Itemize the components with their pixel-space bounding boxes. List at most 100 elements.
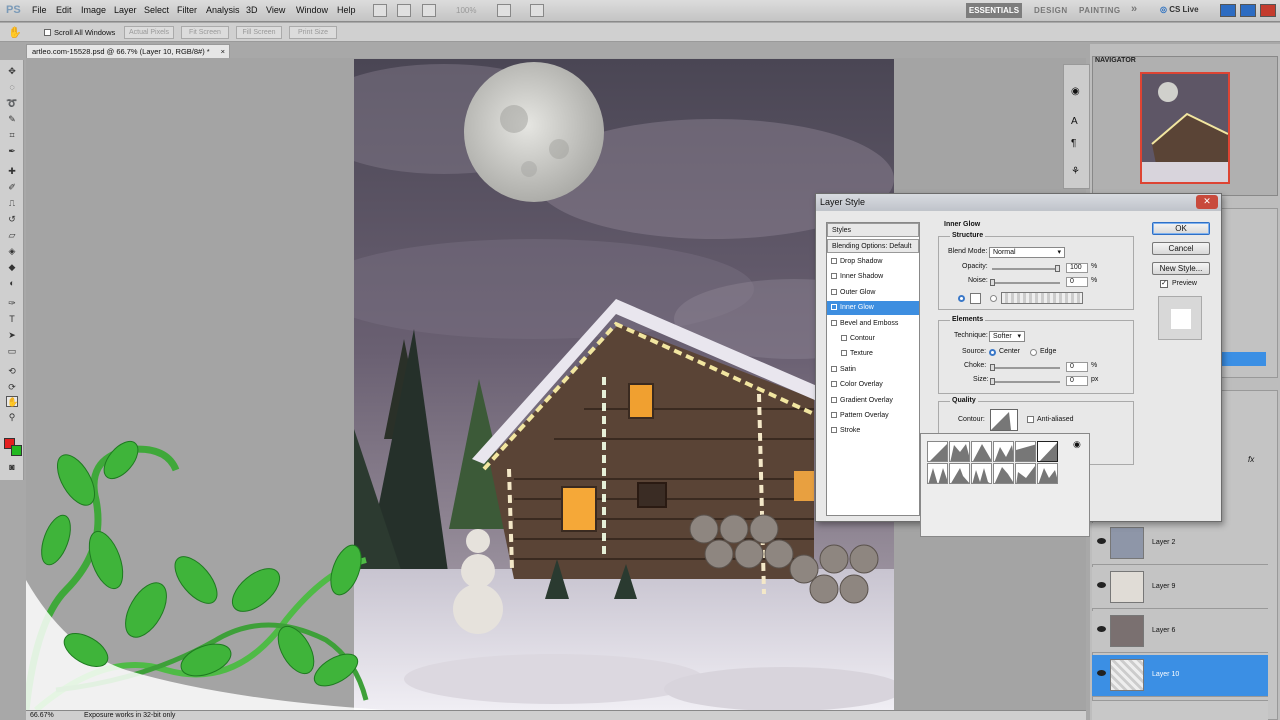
style-texture[interactable]: Texture — [827, 347, 919, 361]
fx-icon[interactable]: fx — [1248, 455, 1254, 464]
panel-selected-row[interactable] — [1222, 352, 1266, 366]
checkbox[interactable] — [831, 289, 837, 295]
workspace-design[interactable]: DESIGN — [1034, 6, 1068, 15]
style-bevel-emboss[interactable]: Bevel and Emboss — [827, 317, 919, 331]
minimize-button[interactable] — [1220, 4, 1236, 17]
gradient-radio[interactable] — [990, 295, 997, 302]
edge-radio[interactable] — [1030, 349, 1037, 356]
menu-3d[interactable]: 3D — [246, 5, 258, 15]
close-button[interactable] — [1260, 4, 1276, 17]
actual-pixels-button[interactable]: Actual Pixels — [124, 26, 174, 39]
menu-file[interactable]: File — [32, 5, 47, 15]
menu-image[interactable]: Image — [81, 5, 106, 15]
checkbox[interactable] — [841, 350, 847, 356]
contour-preset[interactable] — [927, 463, 948, 484]
lasso-tool-icon[interactable]: ➰ — [6, 98, 18, 109]
cslive-menu[interactable]: ◎ CS Live — [1160, 5, 1199, 14]
checkbox[interactable] — [831, 366, 837, 372]
move-tool-icon[interactable]: ✥ — [6, 66, 18, 77]
visibility-eye-icon[interactable] — [1097, 582, 1106, 588]
canvas-image[interactable] — [354, 59, 894, 710]
character-panel-icon[interactable]: A — [1071, 116, 1078, 127]
technique-select[interactable]: Softer ▾ — [989, 331, 1025, 342]
blending-options-item[interactable]: Blending Options: Default — [827, 239, 919, 253]
style-contour[interactable]: Contour — [827, 332, 919, 346]
choke-field[interactable]: 0 — [1066, 362, 1088, 372]
contour-preset[interactable] — [949, 441, 970, 462]
color-radio[interactable] — [958, 295, 965, 302]
size-field[interactable]: 0 — [1066, 376, 1088, 386]
anti-aliased-checkbox[interactable] — [1027, 416, 1034, 423]
stamp-tool-icon[interactable]: ⎍ — [6, 198, 18, 209]
contour-preset[interactable] — [1015, 441, 1036, 462]
contour-preset[interactable] — [949, 463, 970, 484]
opacity-slider[interactable] — [992, 268, 1060, 270]
layer-row[interactable]: Layer 6 — [1092, 611, 1268, 653]
clone-source-icon[interactable]: ⚘ — [1071, 166, 1080, 177]
center-radio[interactable] — [989, 349, 996, 356]
noise-field[interactable]: 0 — [1066, 277, 1088, 287]
checkbox-checked[interactable] — [831, 304, 837, 310]
paint-bucket-icon[interactable]: ◈ — [6, 246, 18, 257]
choke-slider[interactable] — [992, 367, 1060, 369]
visibility-eye-icon[interactable] — [1097, 626, 1106, 632]
contour-preset-selected[interactable] — [1037, 441, 1058, 462]
style-color-overlay[interactable]: Color Overlay — [827, 378, 919, 392]
workspace-painting[interactable]: PAINTING — [1079, 6, 1121, 15]
healing-tool-icon[interactable]: ✚ — [6, 166, 18, 177]
scroll-all-checkbox[interactable] — [44, 29, 51, 36]
zoom-level[interactable]: 100% — [456, 6, 476, 15]
glow-color-swatch[interactable] — [970, 293, 981, 304]
marquee-tool-icon[interactable]: ◌ — [6, 82, 18, 93]
screen-mode-icon[interactable] — [530, 4, 544, 17]
opacity-field[interactable]: 100 — [1066, 263, 1088, 273]
style-outer-glow[interactable]: Outer Glow — [827, 286, 919, 300]
layer-row[interactable]: Layer 2 — [1092, 523, 1268, 565]
glow-gradient-picker[interactable] — [1001, 292, 1083, 304]
cancel-button[interactable]: Cancel — [1152, 242, 1210, 255]
zoom-tool-icon[interactable]: ⚲ — [6, 412, 18, 423]
preview-checkbox[interactable]: ✓ — [1160, 280, 1168, 288]
path-select-icon[interactable]: ➤ — [6, 330, 18, 341]
fit-screen-button[interactable]: Fit Screen — [181, 26, 229, 39]
contour-menu-arrow-icon[interactable]: ◉ — [1073, 439, 1081, 450]
styles-header[interactable]: Styles — [827, 223, 919, 237]
menu-help[interactable]: Help — [337, 5, 356, 15]
document-close-icon[interactable]: × — [221, 45, 225, 58]
style-gradient-overlay[interactable]: Gradient Overlay — [827, 394, 919, 408]
contour-preset[interactable] — [1015, 463, 1036, 484]
contour-preset[interactable] — [927, 441, 948, 462]
style-inner-shadow[interactable]: Inner Shadow — [827, 270, 919, 284]
size-slider[interactable] — [992, 381, 1060, 383]
size-slider-knob[interactable] — [990, 378, 995, 385]
contour-preset[interactable] — [971, 441, 992, 462]
contour-preset[interactable] — [993, 441, 1014, 462]
blend-mode-select[interactable]: Normal ▾ — [989, 247, 1065, 258]
contour-picker[interactable] — [990, 409, 1018, 431]
quick-mask-icon[interactable]: ◙ — [6, 462, 18, 473]
crop-tool-icon[interactable]: ⌗ — [6, 130, 18, 141]
contour-preset[interactable] — [971, 463, 992, 484]
checkbox[interactable] — [831, 273, 837, 279]
type-tool-icon[interactable]: T — [6, 314, 18, 325]
checkbox[interactable] — [831, 320, 837, 326]
menu-filter[interactable]: Filter — [177, 5, 197, 15]
layer-row-selected[interactable]: Layer 10 — [1092, 655, 1268, 697]
bridge-icon[interactable] — [373, 4, 387, 17]
style-stroke[interactable]: Stroke — [827, 424, 919, 438]
checkbox[interactable] — [831, 427, 837, 433]
background-color-swatch[interactable] — [11, 445, 22, 456]
workspace-more[interactable]: » — [1131, 3, 1138, 15]
style-pattern-overlay[interactable]: Pattern Overlay — [827, 409, 919, 423]
maximize-button[interactable] — [1240, 4, 1256, 17]
layer-row[interactable]: Layer 9 — [1092, 567, 1268, 609]
menu-select[interactable]: Select — [144, 5, 169, 15]
noise-slider[interactable] — [992, 282, 1060, 284]
paragraph-panel-icon[interactable]: ¶ — [1071, 138, 1076, 149]
contour-preset[interactable] — [1037, 463, 1058, 484]
blur-tool-icon[interactable]: ◆ — [6, 262, 18, 273]
choke-slider-knob[interactable] — [990, 364, 995, 371]
visibility-eye-icon[interactable] — [1097, 538, 1106, 544]
ok-button[interactable]: OK — [1152, 222, 1210, 235]
status-zoom[interactable]: 66.67% — [30, 711, 54, 720]
